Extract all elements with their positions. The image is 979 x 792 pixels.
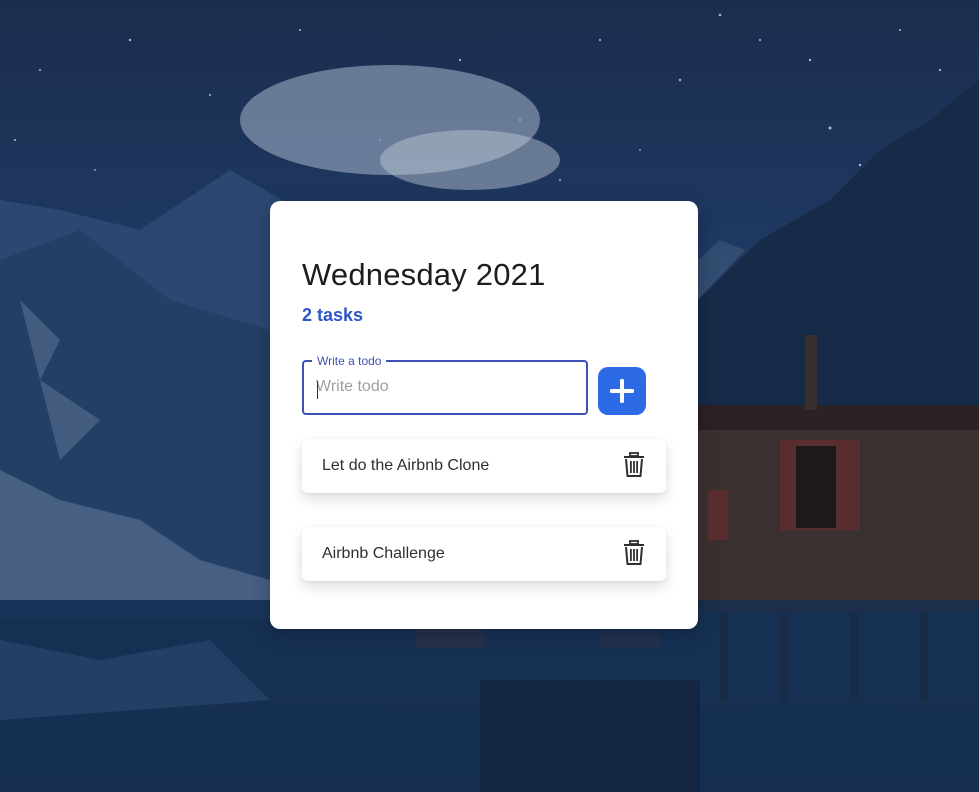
task-count: 2 tasks	[302, 305, 364, 325]
trash-icon	[624, 452, 644, 477]
todo-item-text: Let do the Airbnb Clone	[322, 457, 490, 474]
todo-item-text: Airbnb Challenge	[322, 545, 445, 562]
trash-icon	[624, 540, 644, 565]
todo-input-field[interactable]: Write a todo	[302, 354, 588, 415]
add-todo-button[interactable]	[598, 367, 646, 415]
delete-todo-button[interactable]	[622, 540, 646, 566]
delete-todo-button[interactable]	[622, 452, 646, 478]
plus-icon	[610, 379, 634, 403]
page-title: Wednesday 2021	[302, 257, 546, 292]
todo-card: Wednesday 2021 2 tasks Write a todo Let …	[270, 201, 698, 629]
todo-input[interactable]	[316, 372, 578, 402]
text-caret	[317, 381, 318, 399]
todo-item: Let do the Airbnb Clone	[302, 439, 666, 493]
todo-input-label: Write a todo	[312, 354, 387, 368]
todo-item: Airbnb Challenge	[302, 527, 666, 581]
